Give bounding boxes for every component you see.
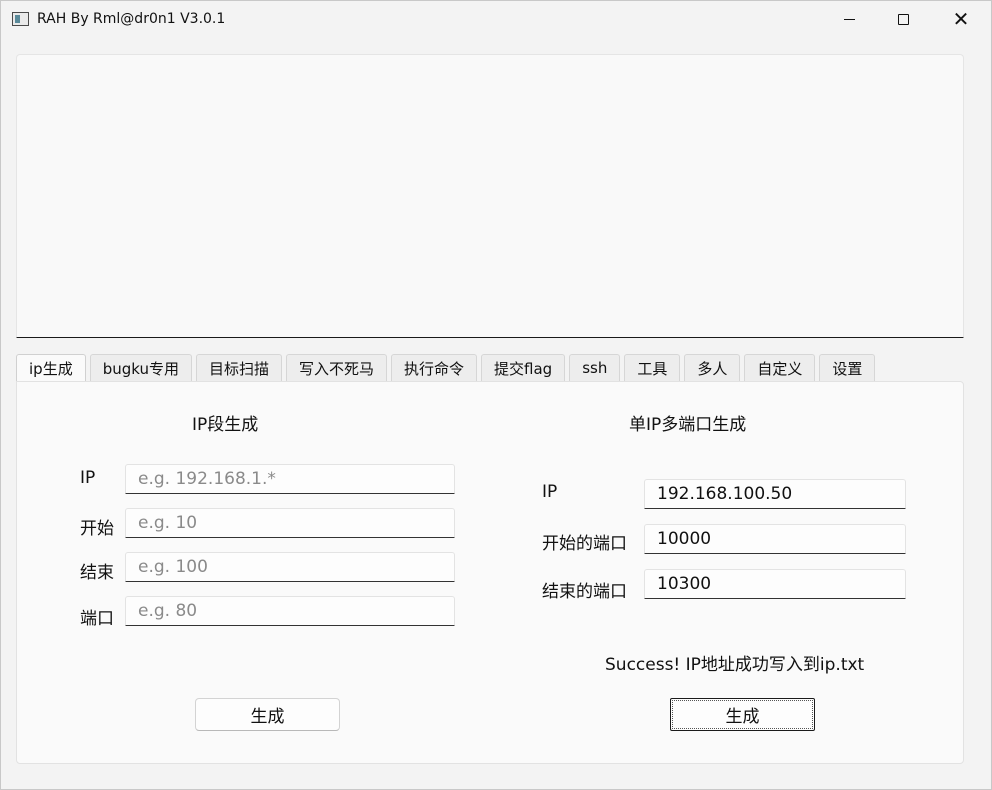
- status-message: Success! IP地址成功写入到ip.txt: [605, 655, 865, 675]
- tab-custom[interactable]: 自定义: [744, 354, 816, 381]
- ip-range-input[interactable]: e.g. 192.168.1.*: [125, 464, 455, 494]
- start-port-input[interactable]: 10000: [644, 524, 906, 554]
- tab-write-shell[interactable]: 写入不死马: [286, 354, 388, 381]
- tab-exec-command[interactable]: 执行命令: [391, 354, 478, 381]
- output-text-area[interactable]: [16, 54, 964, 338]
- port-label: 端口: [80, 609, 114, 629]
- tab-settings[interactable]: 设置: [819, 354, 876, 381]
- start-label: 开始: [80, 519, 114, 539]
- start-port-label: 开始的端口: [542, 534, 627, 554]
- tab-submit-flag[interactable]: 提交flag: [481, 354, 566, 381]
- tab-multi[interactable]: 多人: [684, 354, 741, 381]
- app-window: RAH By Rml@dr0n1 V3.0.1 ✕ ip生成 bugku专用 目…: [0, 0, 992, 790]
- close-icon: ✕: [952, 7, 970, 31]
- single-ip-input[interactable]: 192.168.100.50: [644, 479, 906, 509]
- end-port-label: 结束的端口: [542, 582, 627, 602]
- port-input[interactable]: e.g. 80: [125, 596, 455, 626]
- start-input[interactable]: e.g. 10: [125, 508, 455, 538]
- tab-bugku[interactable]: bugku专用: [89, 354, 192, 381]
- end-port-input[interactable]: 10300: [644, 569, 906, 599]
- single-ip-label: IP: [542, 482, 558, 502]
- end-input[interactable]: e.g. 100: [125, 552, 455, 582]
- minimize-button[interactable]: [826, 1, 872, 37]
- title-bar[interactable]: RAH By Rml@dr0n1 V3.0.1 ✕: [1, 1, 991, 39]
- ip-label: IP: [80, 468, 96, 488]
- tab-bar: ip生成 bugku专用 目标扫描 写入不死马 执行命令 提交flag ssh …: [16, 354, 876, 381]
- tab-ssh[interactable]: ssh: [569, 354, 621, 381]
- close-button[interactable]: ✕: [938, 1, 984, 37]
- single-ip-title: 单IP多端口生成: [629, 415, 747, 435]
- ip-range-title: IP段生成: [192, 415, 259, 435]
- app-window-icon: [12, 12, 29, 26]
- generate-range-button[interactable]: 生成: [195, 698, 340, 731]
- tab-target-scan[interactable]: 目标扫描: [196, 354, 283, 381]
- maximize-button[interactable]: [880, 1, 926, 37]
- minimize-icon: [843, 18, 855, 20]
- generate-ports-button[interactable]: 生成: [670, 698, 815, 731]
- maximize-icon: [897, 13, 909, 25]
- window-title: RAH By Rml@dr0n1 V3.0.1: [37, 11, 226, 27]
- tab-panel-ip-generate: IP段生成 IP e.g. 192.168.1.* 开始 e.g. 10 结束 …: [16, 381, 964, 764]
- tab-tools[interactable]: 工具: [624, 354, 681, 381]
- tab-ip-generate[interactable]: ip生成: [16, 354, 86, 381]
- end-label: 结束: [80, 563, 114, 583]
